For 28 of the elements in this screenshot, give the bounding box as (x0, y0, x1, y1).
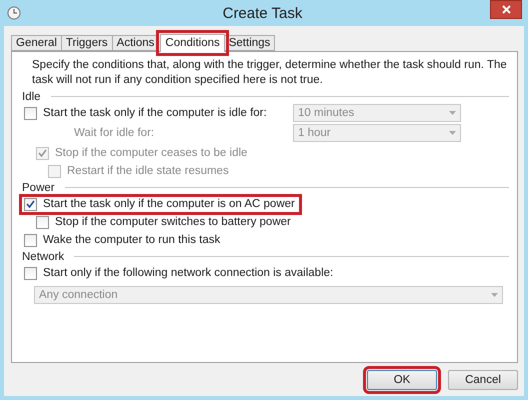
dialog-button[interactable]: Cancel (448, 370, 518, 390)
section-title: Idle (22, 90, 41, 102)
close-button[interactable] (490, 0, 522, 19)
dropdown-arrow-icon (449, 131, 456, 135)
checkbox-option[interactable]: Wake the computer to run this task (19, 230, 228, 250)
tab[interactable]: Triggers (60, 35, 113, 51)
checkbox[interactable] (36, 216, 49, 228)
clock-icon (7, 6, 21, 20)
section-title: Network (22, 250, 64, 262)
checkbox[interactable] (24, 266, 37, 280)
dropdown-arrow-icon (449, 111, 456, 115)
close-icon (502, 5, 510, 14)
checkmark-icon (26, 200, 35, 208)
field-label: Wait for idle for: (74, 127, 154, 139)
checkbox[interactable] (24, 198, 37, 210)
checkbox[interactable] (24, 106, 37, 120)
checkbox-option[interactable]: Start the task only if the computer is on AC power (19, 194, 302, 214)
section-title: Power (22, 182, 55, 194)
window-title: Create Task (222, 4, 304, 22)
tab[interactable]: General (11, 35, 62, 51)
tab[interactable]: Settings (224, 35, 276, 51)
dropdown-arrow-icon (491, 293, 498, 297)
checkbox-option[interactable]: Start the task only if the computer is idle for: (19, 102, 274, 124)
checkmark-icon (38, 149, 47, 157)
checkbox[interactable] (24, 234, 37, 246)
checkbox-option[interactable]: Start only if the following network connection is available: (19, 262, 340, 284)
checkbox-option[interactable]: Stop if the computer switches to battery power (31, 212, 298, 232)
description-text: Specify the conditions that, along with the trigger, determine whether the task should run. The task will not run if any condition specified here is not true. (32, 58, 508, 88)
